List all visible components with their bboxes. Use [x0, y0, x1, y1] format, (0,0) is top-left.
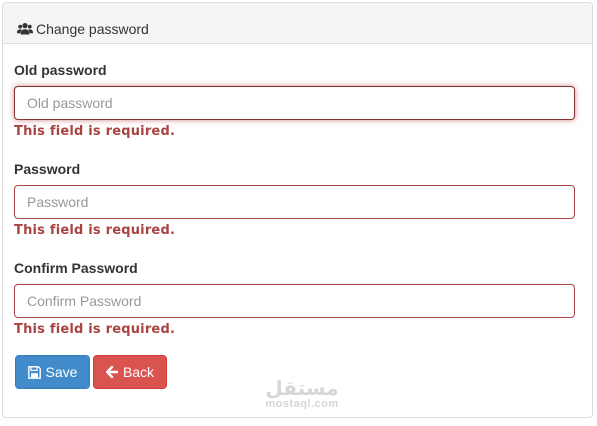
- password-group: Password This field is required.: [14, 159, 575, 240]
- floppy-disk-icon: [27, 365, 41, 379]
- watermark-latin: mostaql.com: [265, 398, 339, 410]
- panel-heading: Change password: [3, 3, 592, 44]
- password-error: This field is required.: [14, 223, 176, 238]
- confirm-password-label: Confirm Password: [14, 260, 138, 276]
- password-input[interactable]: [14, 185, 575, 219]
- password-label: Password: [14, 161, 81, 177]
- old-password-error: This field is required.: [14, 124, 176, 139]
- confirm-password-input[interactable]: [14, 284, 575, 318]
- confirm-password-error: This field is required.: [14, 322, 176, 337]
- confirm-password-group: Confirm Password This field is required.: [14, 258, 575, 339]
- watermark-arabic: مستقل: [265, 376, 339, 400]
- save-button[interactable]: Save: [15, 355, 90, 389]
- old-password-input[interactable]: [14, 86, 575, 120]
- back-button-label: Back: [122, 364, 155, 380]
- save-button-label: Save: [45, 364, 78, 380]
- back-button[interactable]: Back: [93, 355, 167, 389]
- old-password-group: Old password This field is required.: [14, 60, 575, 141]
- users-icon: [17, 22, 33, 36]
- arrow-left-icon: [105, 366, 118, 378]
- panel-title: Change password: [36, 21, 149, 37]
- old-password-label: Old password: [14, 62, 107, 78]
- watermark-logo: مستقل mostaql.com: [262, 378, 342, 410]
